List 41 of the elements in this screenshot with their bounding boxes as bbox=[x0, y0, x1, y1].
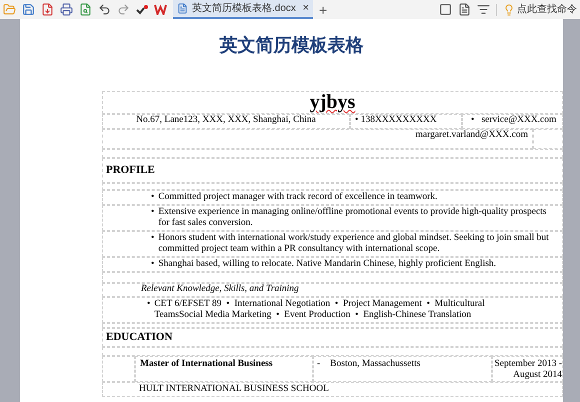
degree-text: Master of International Business bbox=[140, 359, 273, 369]
skills-text: CET 6/EFSET 89 • International Negotiation • Project Management • Multicultural TeamsSocial Media Marketing • Event Production • English-Chinese Translation bbox=[154, 299, 486, 321]
profile-text: Extensive experience in managing online/offline promotional events to provide high-quality prospects for fast sales conversion. bbox=[158, 207, 548, 229]
bullet-text: • bbox=[147, 299, 150, 311]
subsection-heading: Relevant Knowledge, Skills, and Training bbox=[141, 284, 299, 294]
bullet-text: • bbox=[151, 192, 154, 203]
command-search-field[interactable]: 点此查找命令 bbox=[517, 2, 577, 17]
undo-icon[interactable] bbox=[98, 3, 111, 16]
profile-text: Committed project manager with track record of excellence in teamwork. bbox=[158, 192, 438, 203]
document-tab[interactable]: 英文简历模板表格.docx × bbox=[173, 0, 313, 19]
square-icon[interactable] bbox=[439, 3, 452, 16]
address-text: No.67, Lane123, XXX, XXX, Shanghai, China bbox=[136, 115, 316, 125]
list-icon[interactable] bbox=[477, 3, 490, 16]
section-heading: PROFILE bbox=[106, 165, 155, 176]
document-title: 英文简历模板表格 bbox=[218, 35, 364, 57]
profile-text: Honors student with international work/study experience and global mindset. Seeking to join small but committed project team within a PR consultancy with international scope. bbox=[158, 233, 550, 255]
document-icon bbox=[177, 3, 188, 14]
bullet-text: • bbox=[151, 233, 154, 245]
email-text: • service@XXX.com bbox=[471, 115, 556, 125]
dates-text: September 2013 - August 2014 bbox=[494, 359, 562, 380]
pdf-export-icon[interactable] bbox=[41, 3, 54, 16]
tab-label: 英文简历模板表格.docx bbox=[192, 2, 297, 16]
section-heading: EDUCATION bbox=[106, 332, 172, 343]
phone-text: • 138XXXXXXXXX bbox=[355, 115, 437, 125]
school-text: HULT INTERNATIONAL BUSINESS SCHOOL bbox=[139, 384, 329, 394]
close-tab-button[interactable]: × bbox=[302, 0, 309, 17]
location-text: Boston, Massachussetts bbox=[330, 359, 420, 371]
document-icon[interactable] bbox=[458, 3, 471, 16]
dash-text: - bbox=[317, 359, 320, 371]
save-icon[interactable] bbox=[22, 3, 35, 16]
new-tab-button[interactable]: + bbox=[319, 2, 328, 16]
logo-icon[interactable] bbox=[154, 4, 167, 15]
print-preview-icon[interactable] bbox=[79, 3, 92, 16]
redo-icon[interactable] bbox=[117, 3, 130, 16]
bullet-text: • bbox=[151, 259, 154, 270]
lightbulb-icon bbox=[503, 4, 515, 16]
print-icon[interactable] bbox=[60, 3, 73, 16]
email-text: margaret.varland@XXX.com bbox=[415, 130, 528, 140]
resume-name: yjbys bbox=[310, 91, 356, 113]
bullet-text: • bbox=[151, 207, 154, 219]
profile-text: Shanghai based, willing to relocate. Native Mandarin Chinese, highly proficient English. bbox=[158, 259, 496, 270]
